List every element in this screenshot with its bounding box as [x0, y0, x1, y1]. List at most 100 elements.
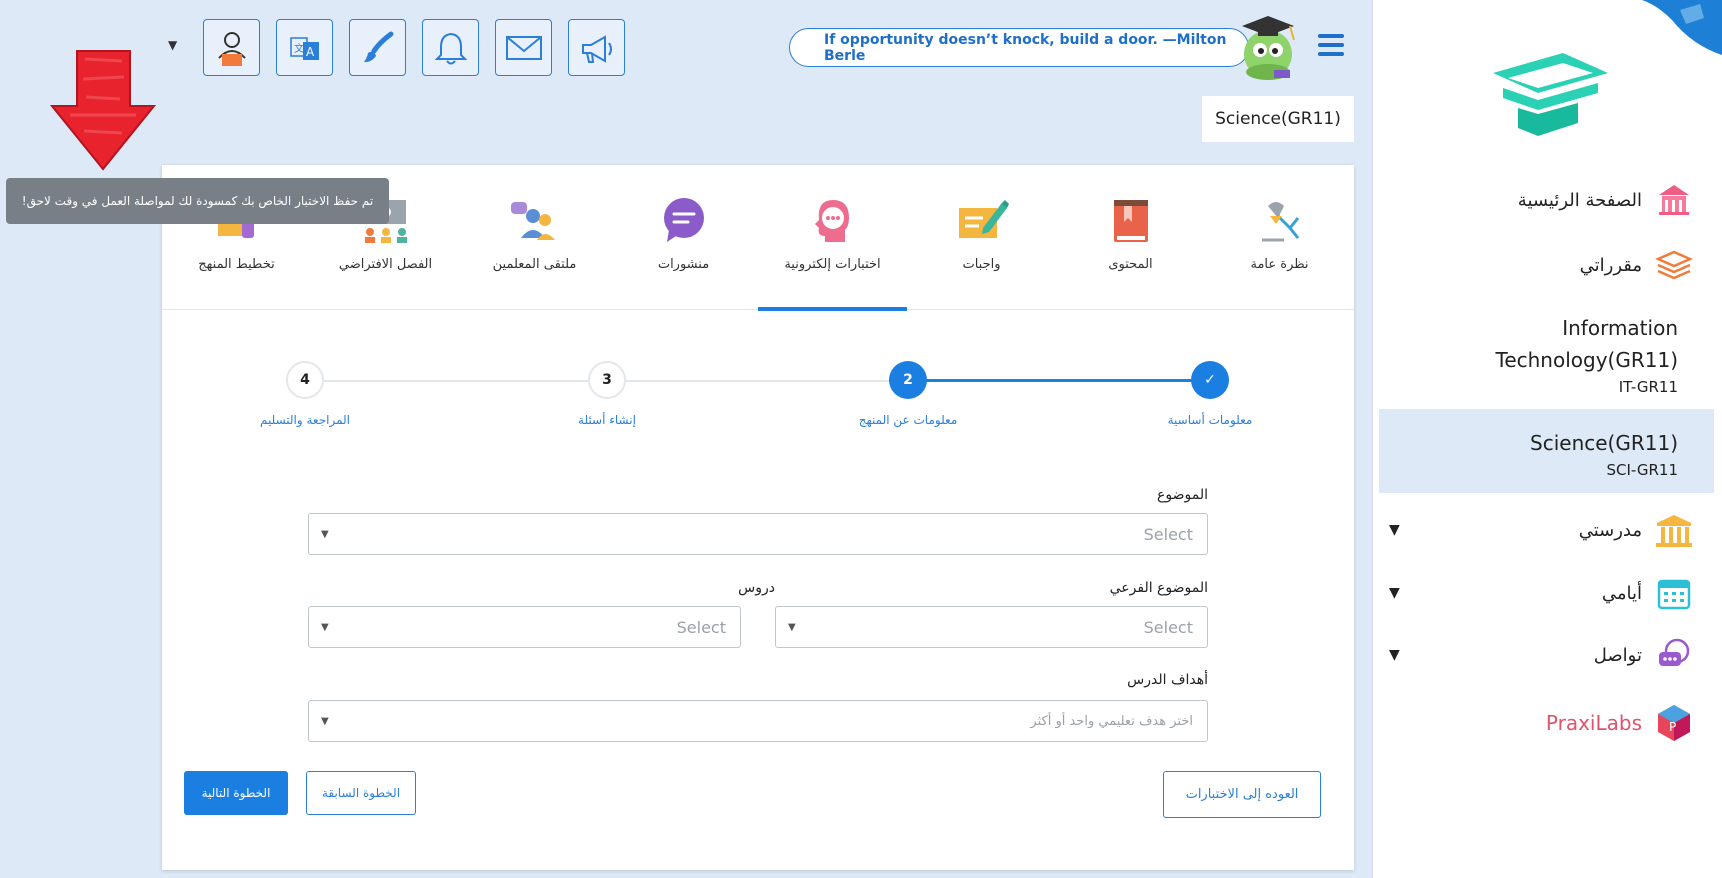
mascot-icon — [1242, 16, 1295, 80]
corner-ribbon-icon — [1642, 0, 1722, 55]
praxilabs-label: PraxiLabs — [1545, 711, 1642, 735]
arrow-down-icon — [50, 50, 156, 171]
tab-label: منشورات — [657, 257, 710, 272]
sidebar-item-label: الصفحة الرئيسية — [1517, 189, 1642, 211]
school-building-icon — [1654, 180, 1694, 220]
subtopic-label: الموضوع الفرعي — [1109, 580, 1208, 596]
dropdown-arrow-icon: ▼ — [788, 621, 796, 633]
theme-button[interactable] — [349, 19, 406, 76]
tab-label: المحتوى — [1108, 257, 1153, 272]
objectives-placeholder: اختر هدف تعليمي واحد أو أكثر — [1030, 713, 1193, 729]
tab-teachers-forum[interactable]: ملتقى المعلمين — [460, 165, 609, 310]
objectives-label: أهداف الدرس — [1127, 672, 1208, 688]
step-3-circle[interactable]: 3 — [588, 361, 626, 399]
lessons-select[interactable]: ▼ Select — [308, 606, 741, 648]
dropdown-arrow-icon: ▼ — [321, 715, 329, 727]
sidebar-item-label: أيامي — [1601, 582, 1642, 604]
step-2-circle[interactable]: 2 — [889, 361, 927, 399]
previous-step-button[interactable]: الخطوة السابقة — [306, 771, 416, 815]
step-4-label: المراجعة والتسليم — [259, 413, 351, 427]
step-1-label: معلومات أساسية — [1167, 413, 1253, 427]
sidebar-item-praxilabs[interactable]: P PraxiLabs — [1546, 703, 1694, 743]
course-title: Information — [1562, 316, 1678, 340]
tab-label: اختبارات إلكترونية — [784, 257, 881, 272]
sidebar-item-my-days[interactable]: أيامي — [1602, 573, 1694, 613]
svg-text:P: P — [1669, 720, 1676, 734]
calendar-icon — [1654, 573, 1694, 613]
menu-toggle-button[interactable] — [1318, 34, 1344, 58]
tab-label: ملتقى المعلمين — [492, 257, 577, 272]
tab-label: الفصل الافتراضي — [338, 257, 433, 272]
institution-icon — [1654, 510, 1694, 550]
profile-icon — [217, 31, 246, 66]
school-logo-icon — [1493, 53, 1608, 136]
objectives-select[interactable]: ▼ اختر هدف تعليمي واحد أو أكثر — [308, 700, 1208, 742]
sidebar: الصفحة الرئيسية مقرراتي Information Tech… — [1372, 0, 1722, 878]
translate-button[interactable]: 文A — [276, 19, 333, 76]
tab-e-quizzes[interactable]: اختبارات إلكترونية — [758, 165, 907, 311]
layers-icon — [1654, 245, 1694, 285]
course-badge: Science(GR11) — [1202, 96, 1354, 142]
mail-icon — [505, 35, 542, 60]
tab-label: واجبات — [962, 257, 1001, 272]
sidebar-item-my-courses[interactable]: مقرراتي — [1580, 245, 1694, 285]
teachers-icon — [507, 195, 563, 247]
translate-icon: 文A — [289, 36, 319, 60]
stepper-progress — [908, 379, 1210, 382]
book-icon — [1103, 195, 1159, 247]
tab-label: نظرة عامة — [1250, 257, 1309, 272]
main-panel: نظرة عامة المحتوى واجبات اختبارات إلكترو… — [162, 165, 1354, 870]
course-title: Technology(GR11) — [1495, 348, 1678, 372]
brush-icon — [363, 31, 393, 62]
lessons-placeholder: Select — [676, 617, 726, 637]
chevron-down-icon[interactable]: ▼ — [1389, 647, 1400, 663]
sidebar-item-communication[interactable]: تواصل — [1594, 635, 1694, 675]
chevron-down-icon[interactable]: ▼ — [168, 38, 177, 52]
chevron-down-icon[interactable]: ▼ — [1389, 522, 1400, 538]
sidebar-item-label: مقرراتي — [1579, 254, 1642, 276]
course-code: SCI-GR11 — [1606, 461, 1678, 479]
bell-icon — [434, 32, 467, 64]
profile-button[interactable] — [203, 19, 260, 76]
tab-label: تخطيط المنهج — [198, 257, 275, 272]
chat-icon — [1654, 635, 1694, 675]
step-4-circle[interactable]: 4 — [286, 361, 324, 399]
assignment-icon — [954, 195, 1010, 247]
back-to-quizzes-button[interactable]: العوده إلى الاختبارات — [1163, 771, 1321, 818]
subtopic-placeholder: Select — [1143, 617, 1193, 637]
sidebar-item-label: تواصل — [1593, 644, 1642, 666]
tab-overview[interactable]: نظرة عامة — [1205, 165, 1354, 310]
subtopic-select[interactable]: ▼ Select — [775, 606, 1208, 648]
tab-assignments[interactable]: واجبات — [907, 165, 1056, 310]
sidebar-item-label: مدرستي — [1578, 519, 1642, 541]
dropdown-arrow-icon: ▼ — [321, 621, 329, 633]
sidebar-item-my-school[interactable]: مدرستي — [1579, 510, 1694, 550]
daily-quote: If opportunity doesn’t knock, build a do… — [789, 28, 1249, 67]
chevron-down-icon[interactable]: ▼ — [1389, 585, 1400, 601]
lamp-icon — [1252, 195, 1308, 247]
draft-saved-tooltip: !تم حفظ الاختبار الخاص بك كمسودة لك لموا… — [6, 178, 389, 224]
notifications-button[interactable] — [422, 19, 479, 76]
dropdown-arrow-icon: ▼ — [321, 528, 329, 540]
step-3-label: إنشاء أسئلة — [578, 413, 636, 427]
tab-content[interactable]: المحتوى — [1056, 165, 1205, 310]
sidebar-item-home[interactable]: الصفحة الرئيسية — [1518, 180, 1694, 220]
svg-text:A: A — [306, 45, 315, 59]
quiz-head-icon — [805, 195, 861, 247]
topic-placeholder: Select — [1143, 524, 1193, 544]
topic-select[interactable]: ▼ Select — [308, 513, 1208, 555]
step-2-label: معلومات عن المنهج — [858, 413, 958, 427]
course-title: Science(GR11) — [1530, 431, 1678, 455]
lessons-label: دروس — [738, 580, 775, 596]
next-step-button[interactable]: الخطوة التالية — [184, 771, 288, 815]
sidebar-course-science[interactable]: Science(GR11) SCI-GR11 — [1530, 427, 1678, 479]
announcements-button[interactable] — [568, 19, 625, 76]
sidebar-course-it[interactable]: Information Technology(GR11) IT-GR11 — [1496, 312, 1678, 396]
tab-posts[interactable]: منشورات — [609, 165, 758, 310]
topic-label: الموضوع — [1157, 487, 1208, 503]
praxilabs-logo-icon: P — [1654, 703, 1694, 743]
messages-button[interactable] — [495, 19, 552, 76]
megaphone-icon — [581, 34, 612, 63]
step-1-circle[interactable]: ✓ — [1191, 361, 1229, 399]
chat-bubble-icon — [656, 195, 712, 247]
